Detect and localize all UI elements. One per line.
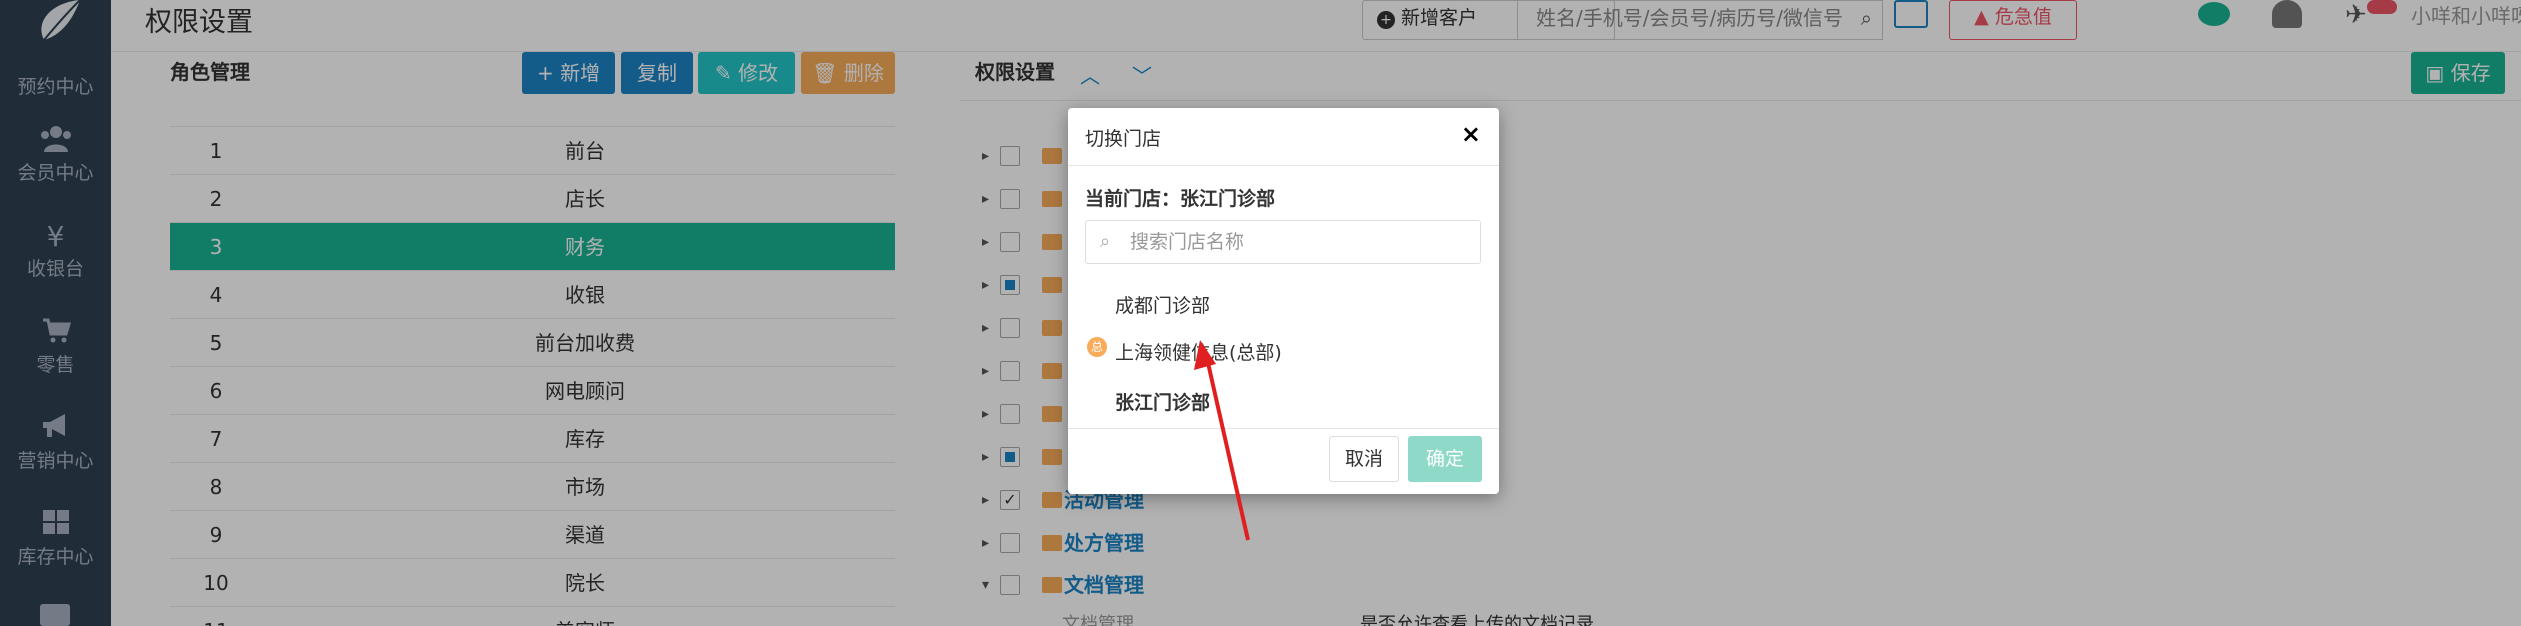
modal-footer-divider: [1068, 428, 1499, 429]
modal-header: 切换门店 ×: [1068, 108, 1499, 166]
store-option-chengdu[interactable]: 成都门诊部: [1115, 291, 1210, 318]
cancel-button[interactable]: 取消: [1329, 436, 1399, 482]
confirm-button[interactable]: 确定: [1408, 436, 1482, 482]
current-store-label: 当前门店：张江门诊部: [1085, 188, 1276, 210]
search-icon: ⌕: [1100, 231, 1111, 252]
hq-badge: 总: [1087, 337, 1107, 357]
switch-store-modal: 切换门店 × 当前门店：张江门诊部 ⌕ 搜索门店名称 成都门诊部 总 上海领健信…: [1068, 108, 1499, 494]
annotation-arrow: [1194, 340, 1250, 541]
modal-title: 切换门店: [1085, 128, 1162, 150]
store-search-input[interactable]: ⌕ 搜索门店名称: [1085, 220, 1481, 264]
close-icon[interactable]: ×: [1461, 120, 1481, 148]
